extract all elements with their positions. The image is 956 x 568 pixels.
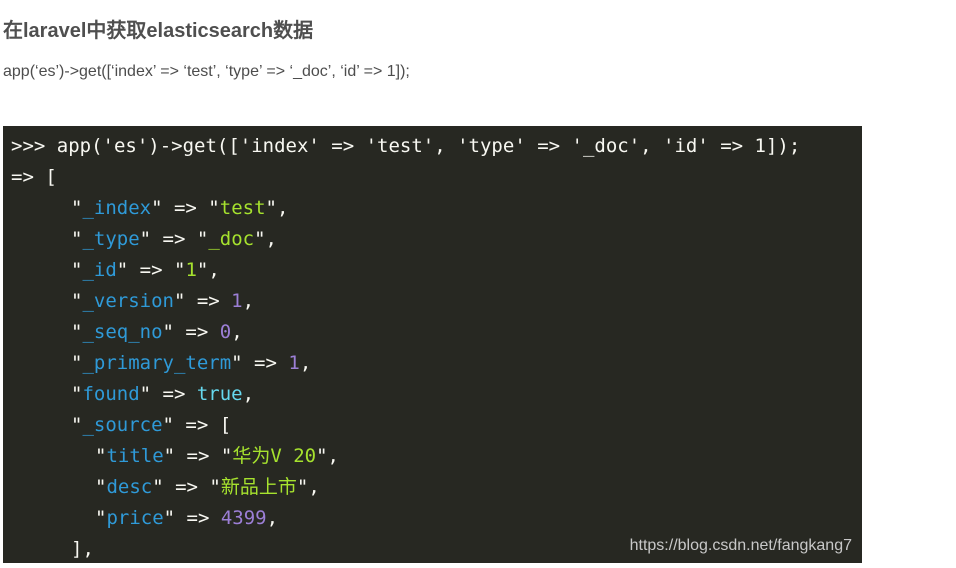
code-value: _doc — [208, 228, 255, 250]
inline-code-snippet: app(‘es’)->get([‘index’ => ‘test’, ‘type… — [3, 63, 410, 80]
code-line-type: "_type" => "_doc", — [71, 228, 277, 250]
code-key: _primary_term — [82, 352, 232, 374]
code-key: found — [82, 383, 140, 405]
code-value: true — [196, 383, 243, 405]
code-line-index: "_index" => "test", — [71, 197, 289, 219]
code-key: title — [106, 445, 164, 467]
code-line-title: "title" => "华为V 20", — [95, 445, 339, 467]
code-key: _id — [82, 259, 117, 281]
code-line-price: "price" => 4399, — [95, 507, 279, 529]
code-command-line: >>> app('es')->get(['index' => 'test', '… — [11, 135, 801, 157]
code-key: _version — [82, 290, 174, 312]
code-line-primary-term: "_primary_term" => 1, — [71, 352, 312, 374]
code-key: _index — [82, 197, 152, 219]
code-fields: "_index" => "test", "_type" => "_doc", "_i… — [11, 193, 862, 410]
code-line-id: "_id" => "1", — [71, 259, 220, 281]
code-line-version: "_version" => 1, — [71, 290, 255, 312]
code-value: 华为V 20 — [232, 445, 317, 467]
code-line-found: "found" => true, — [71, 383, 255, 405]
code-line-seq-no: "_seq_no" => 0, — [71, 321, 243, 343]
code-key: price — [106, 507, 164, 529]
code-value: test — [219, 197, 266, 219]
code-value: 0 — [219, 321, 232, 343]
code-key: _seq_no — [82, 321, 163, 343]
code-value: 新品上市 — [220, 476, 297, 498]
code-key: desc — [106, 476, 153, 498]
code-block: >>> app('es')->get(['index' => 'test', '… — [3, 126, 862, 563]
code-line-desc: "desc" => "新品上市", — [95, 476, 320, 498]
code-result-open: => [ — [11, 166, 57, 188]
watermark: https://blog.csdn.net/fangkang7 — [629, 537, 852, 554]
code-key: _source — [82, 414, 163, 436]
article-heading: 在laravel中获取elasticsearch数据 — [3, 20, 314, 42]
code-source-fields: "title" => "华为V 20", "desc" => "新品上市", "pr… — [11, 441, 862, 534]
code-value: 1 — [288, 352, 300, 374]
code-value: 1 — [185, 259, 197, 281]
code-value: 4399 — [220, 507, 267, 529]
code-key: _type — [82, 228, 140, 250]
code-line-source: "_source" => [ — [71, 414, 232, 436]
code-value: 1 — [231, 290, 243, 312]
